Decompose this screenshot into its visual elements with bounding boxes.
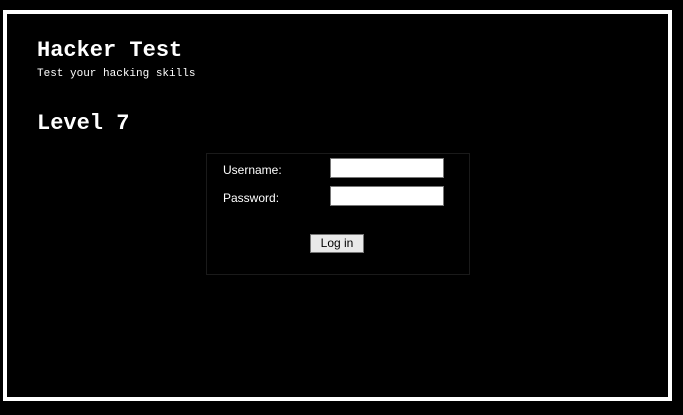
username-label: Username: bbox=[223, 163, 282, 177]
username-input[interactable] bbox=[330, 158, 444, 178]
page-frame: Hacker Test Test your hacking skills Lev… bbox=[3, 10, 672, 401]
login-form: Username: Password: Log in bbox=[206, 153, 470, 275]
site-subtitle: Test your hacking skills bbox=[37, 68, 196, 80]
site-title: Hacker Test bbox=[37, 38, 183, 63]
level-title: Level 7 bbox=[37, 111, 130, 136]
password-label: Password: bbox=[223, 191, 280, 205]
password-input[interactable] bbox=[330, 186, 444, 206]
login-button[interactable]: Log in bbox=[310, 234, 364, 253]
